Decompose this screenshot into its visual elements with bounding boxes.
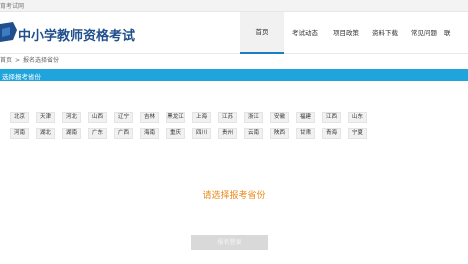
province-button[interactable]: 北京 — [10, 112, 29, 123]
nav-contact[interactable]: 联 — [444, 12, 468, 54]
province-button[interactable]: 青海 — [322, 128, 341, 139]
province-button[interactable]: 江西 — [322, 112, 341, 123]
province-button[interactable]: 陕西 — [270, 128, 289, 139]
nav-home[interactable]: 首页 — [240, 12, 284, 54]
province-button[interactable]: 河南 — [10, 128, 29, 139]
province-button[interactable]: 吉林 — [140, 112, 159, 123]
submit-button[interactable]: 报名登录 — [191, 235, 268, 250]
province-button[interactable]: 天津 — [36, 112, 55, 123]
section-banner: 选择报考省份 — [0, 69, 468, 81]
breadcrumb: 首页 > 报名选择省份 — [0, 54, 59, 67]
province-button[interactable]: 辽宁 — [114, 112, 133, 123]
province-button[interactable]: 山西 — [88, 112, 107, 123]
province-button[interactable]: 云南 — [244, 128, 263, 139]
nav-policy[interactable]: 项目政策 — [326, 12, 366, 54]
site-header: 中小学教师资格考试 首页 考试动态 项目政策 资料下载 常见问题 联 — [0, 12, 468, 54]
site-title[interactable]: 中小学教师资格考试 — [18, 25, 135, 44]
breadcrumb-separator: > — [15, 57, 21, 64]
province-row: 河南 湖北 湖南 广东 广西 海南 重庆 四川 贵州 云南 陕西 甘肃 青海 宁… — [10, 128, 374, 139]
province-button[interactable]: 湖北 — [36, 128, 55, 139]
province-button[interactable]: 广西 — [114, 128, 133, 139]
province-button[interactable]: 海南 — [140, 128, 159, 139]
nav-downloads[interactable]: 资料下载 — [366, 12, 404, 54]
province-button[interactable]: 四川 — [192, 128, 211, 139]
site-logo-icon[interactable] — [0, 20, 17, 44]
province-button[interactable]: 湖南 — [62, 128, 81, 139]
province-row: 北京 天津 河北 山西 辽宁 吉林 黑龙江 上海 江苏 浙江 安徽 福建 江西 … — [10, 112, 374, 123]
nav-exam-news[interactable]: 考试动态 — [284, 12, 326, 54]
province-button[interactable]: 贵州 — [218, 128, 237, 139]
province-button[interactable]: 安徽 — [270, 112, 289, 123]
main-nav: 首页 考试动态 项目政策 资料下载 常见问题 联 — [240, 12, 468, 54]
province-button[interactable]: 甘肃 — [296, 128, 315, 139]
province-button[interactable]: 山东 — [348, 112, 367, 123]
breadcrumb-home[interactable]: 首页 — [0, 54, 12, 67]
province-button[interactable]: 浙江 — [244, 112, 263, 123]
section-banner-title: 选择报考省份 — [2, 73, 41, 81]
top-bar-text: 育考试网 — [0, 3, 25, 10]
select-province-prompt: 请选择报考省份 — [202, 191, 266, 201]
nav-faq[interactable]: 常见问题 — [404, 12, 444, 54]
province-button[interactable]: 上海 — [192, 112, 211, 123]
province-grid: 北京 天津 河北 山西 辽宁 吉林 黑龙江 上海 江苏 浙江 安徽 福建 江西 … — [10, 112, 374, 144]
province-button[interactable]: 宁夏 — [348, 128, 367, 139]
top-utility-bar: 育考试网 — [0, 0, 468, 12]
province-button[interactable]: 黑龙江 — [166, 112, 185, 123]
province-button[interactable]: 福建 — [296, 112, 315, 123]
breadcrumb-current: 报名选择省份 — [23, 57, 60, 64]
province-button[interactable]: 河北 — [62, 112, 81, 123]
province-button[interactable]: 江苏 — [218, 112, 237, 123]
province-button[interactable]: 广东 — [88, 128, 107, 139]
province-button[interactable]: 重庆 — [166, 128, 185, 139]
